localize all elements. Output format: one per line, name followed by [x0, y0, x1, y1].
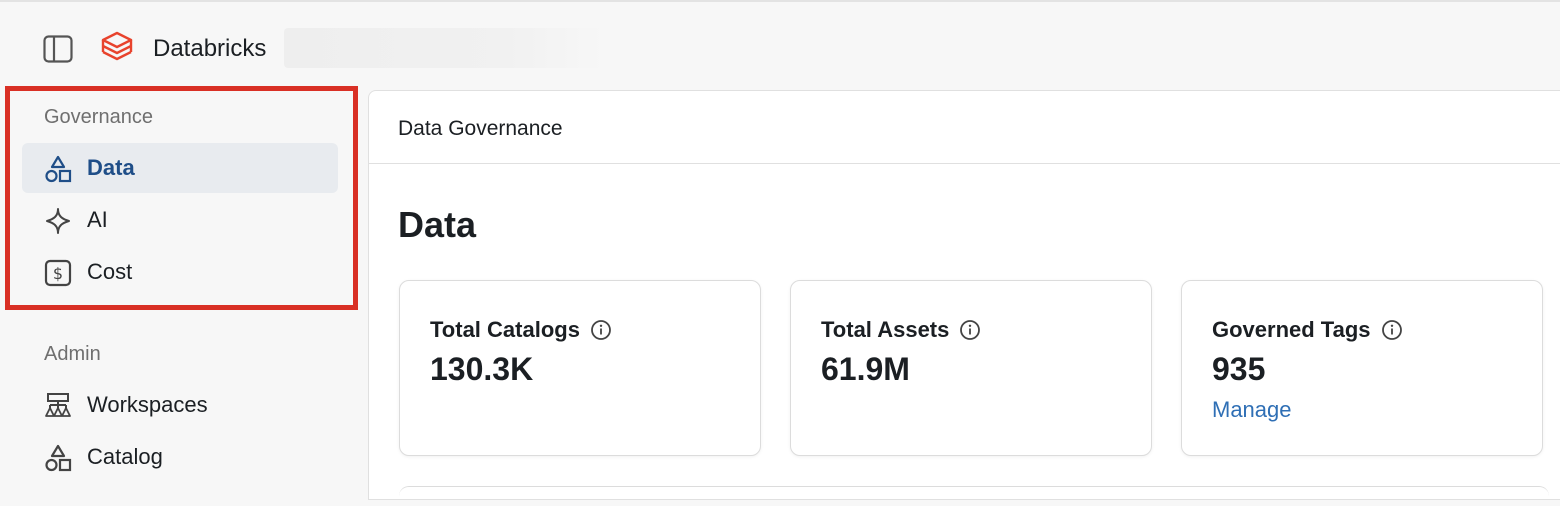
card-value: 130.3K — [430, 351, 534, 387]
sidebar-item-label: Workspaces — [87, 392, 208, 417]
card-value: 935 — [1212, 351, 1266, 387]
section-label-governance: Governance — [44, 106, 153, 128]
stat-card-total-assets: Total Assets 61.9M — [790, 280, 1152, 456]
card-title: Total Assets — [821, 317, 981, 343]
shapes-icon — [45, 155, 72, 183]
redacted-workspace-name — [284, 28, 604, 68]
card-value: 61.9M — [821, 351, 910, 387]
next-section-card — [399, 486, 1549, 506]
shapes-icon — [45, 444, 72, 472]
page-title: Data — [398, 204, 477, 245]
card-title-text: Total Catalogs — [430, 317, 580, 342]
sidebar-item-label: Cost — [87, 259, 133, 284]
stat-card-governed-tags: Governed Tags 935 Manage — [1181, 280, 1543, 456]
dollar-icon: $ — [44, 259, 72, 287]
sidebar-item-workspaces[interactable]: Workspaces — [22, 380, 338, 430]
info-icon[interactable] — [590, 319, 612, 341]
sidebar: Governance Data AI $ Cost Admin Workspac… — [0, 86, 368, 486]
main-content: Data Governance Data Total Catalogs 130.… — [368, 90, 1560, 500]
section-label-admin: Admin — [44, 343, 101, 365]
sidebar-item-ai[interactable]: AI — [22, 195, 338, 245]
top-bar: Databricks — [0, 0, 1560, 90]
ai-sparkle-icon — [46, 208, 70, 234]
sidebar-item-label: Data — [87, 155, 135, 180]
sidebar-item-catalog[interactable]: Catalog — [22, 432, 338, 482]
brand-name[interactable]: Databricks — [153, 35, 266, 63]
info-icon[interactable] — [959, 319, 981, 341]
sidebar-item-cost[interactable]: $ Cost — [22, 247, 338, 297]
card-title: Governed Tags — [1212, 317, 1403, 343]
breadcrumb-bar: Data Governance — [369, 91, 1560, 164]
card-title-text: Total Assets — [821, 317, 950, 342]
card-title-text: Governed Tags — [1212, 317, 1371, 342]
manage-link[interactable]: Manage — [1212, 397, 1292, 423]
info-icon[interactable] — [1381, 319, 1403, 341]
sidebar-item-data[interactable]: Data — [22, 143, 338, 193]
sidebar-panel-icon[interactable] — [43, 35, 73, 63]
card-title: Total Catalogs — [430, 317, 612, 343]
sidebar-item-label: Catalog — [87, 444, 163, 469]
svg-text:$: $ — [53, 264, 63, 283]
breadcrumb[interactable]: Data Governance — [398, 117, 563, 141]
workspaces-icon — [45, 393, 71, 417]
stat-card-total-catalogs: Total Catalogs 130.3K — [399, 280, 761, 456]
sidebar-item-label: AI — [87, 207, 108, 232]
databricks-logo-icon[interactable] — [101, 31, 133, 65]
